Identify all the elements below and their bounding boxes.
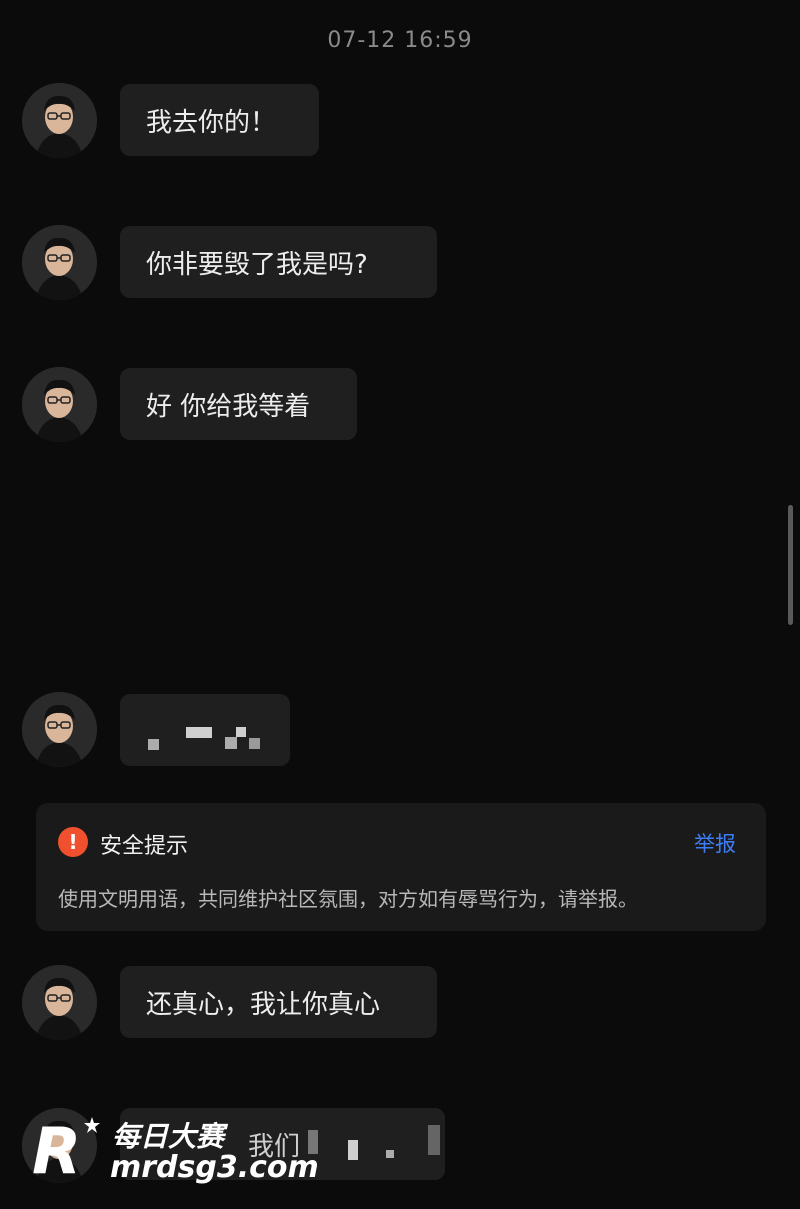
scrollbar[interactable] <box>788 505 793 625</box>
star-icon <box>84 1117 100 1133</box>
avatar-photo <box>22 367 97 442</box>
avatar-photo <box>22 692 97 767</box>
avatar[interactable] <box>22 965 97 1040</box>
timestamp: 07-12 16:59 <box>327 28 473 53</box>
safety-title: 安全提示 <box>100 834 189 859</box>
report-link[interactable]: 举报 <box>694 828 736 858</box>
safety-body: 使用文明用语，共同维护社区氛围，对方如有辱骂行为，请举报。 <box>58 887 638 911</box>
avatar[interactable] <box>22 367 97 442</box>
watermark-logo-icon: R <box>32 1115 100 1179</box>
message-text: 还真心，我让你真心 <box>146 989 381 1020</box>
message-bubble[interactable]: 你非要毁了我是吗? <box>120 226 437 298</box>
message-text: 好 你给我等着 <box>146 391 311 422</box>
message-text: 你非要毁了我是吗? <box>146 249 368 280</box>
avatar[interactable] <box>22 225 97 300</box>
message-bubble[interactable]: 我去你的！ <box>120 84 319 156</box>
message-bubble[interactable]: 还真心，我让你真心 <box>120 966 437 1038</box>
avatar-photo <box>22 83 97 158</box>
watermark-title: 每日大赛 <box>112 1120 225 1153</box>
avatar[interactable] <box>22 83 97 158</box>
message-bubble[interactable]: 好 你给我等着 <box>120 368 357 440</box>
safety-notice: ! 安全提示 举报 使用文明用语，共同维护社区氛围，对方如有辱骂行为，请举报。 <box>36 803 766 931</box>
message-text: 我去你的！ <box>146 107 277 138</box>
avatar-photo <box>22 965 97 1040</box>
avatar-photo <box>22 225 97 300</box>
avatar[interactable] <box>22 692 97 767</box>
watermark-logo-letter: R <box>32 1115 81 1179</box>
exclamation-icon: ! <box>58 827 88 857</box>
watermark-url: mrdsg3.com <box>110 1150 319 1185</box>
